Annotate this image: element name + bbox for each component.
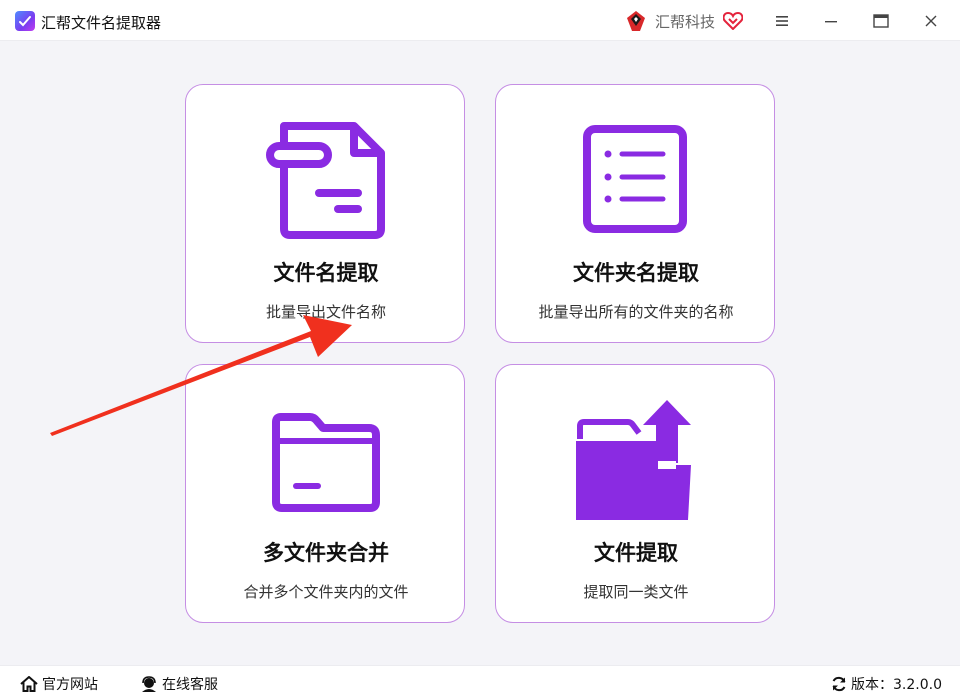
card-filename-extract[interactable]: 文件名提取 批量导出文件名称 [185,84,465,343]
maximize-icon [873,14,889,28]
card-description: 提取同一类文件 [583,583,689,601]
online-support-link[interactable]: 在线客服 [140,674,218,694]
card-description: 合并多个文件夹内的文件 [243,583,409,601]
minimize-button[interactable] [818,8,844,34]
refresh-icon [832,676,846,692]
app-logo-icon [15,11,35,31]
customer-service-icon [142,675,156,692]
card-title: 多文件夹合并 [263,541,389,565]
online-support-label: 在线客服 [162,677,218,693]
maximize-button[interactable] [868,8,894,34]
card-multi-folder-merge[interactable]: 多文件夹合并 合并多个文件夹内的文件 [185,364,465,623]
main-area: 文件名提取 批量导出文件名称 文件夹名提取 批量导出所有的文件夹的名称 多文件夹… [0,41,960,665]
card-title: 文件提取 [594,541,678,565]
brand-logo-icon [627,11,645,31]
vip-heart-icon[interactable] [723,12,744,30]
document-icon [266,122,385,239]
home-icon [20,676,38,692]
title-bar: 汇帮文件名提取器 汇帮科技 [0,0,960,41]
card-description: 批量导出文件名称 [265,303,386,321]
card-title: 文件名提取 [273,261,379,285]
official-website-link[interactable]: 官方网站 [20,674,98,694]
minimize-icon [825,21,837,23]
card-file-extract[interactable]: 文件提取 提取同一类文件 [495,364,775,623]
menu-button[interactable] [769,8,795,34]
version-label: 版本：3.2.0.0 [851,677,942,693]
brand-area[interactable]: 汇帮科技 [625,9,744,33]
card-title: 文件夹名提取 [573,261,699,285]
status-bar: 官方网站 在线客服 版本：3.2.0.0 [0,665,960,700]
folder-upload-icon [576,400,691,520]
folder-icon [272,413,380,512]
hamburger-icon [776,16,788,26]
official-website-label: 官方网站 [42,677,98,693]
list-icon [583,125,687,233]
card-foldername-extract[interactable]: 文件夹名提取 批量导出所有的文件夹的名称 [495,84,775,343]
close-button[interactable] [918,8,944,34]
brand-name: 汇帮科技 [655,12,716,31]
card-description: 批量导出所有的文件夹的名称 [538,303,734,321]
version-info[interactable]: 版本：3.2.0.0 [831,674,942,694]
close-icon [925,15,937,27]
app-title: 汇帮文件名提取器 [41,14,162,32]
